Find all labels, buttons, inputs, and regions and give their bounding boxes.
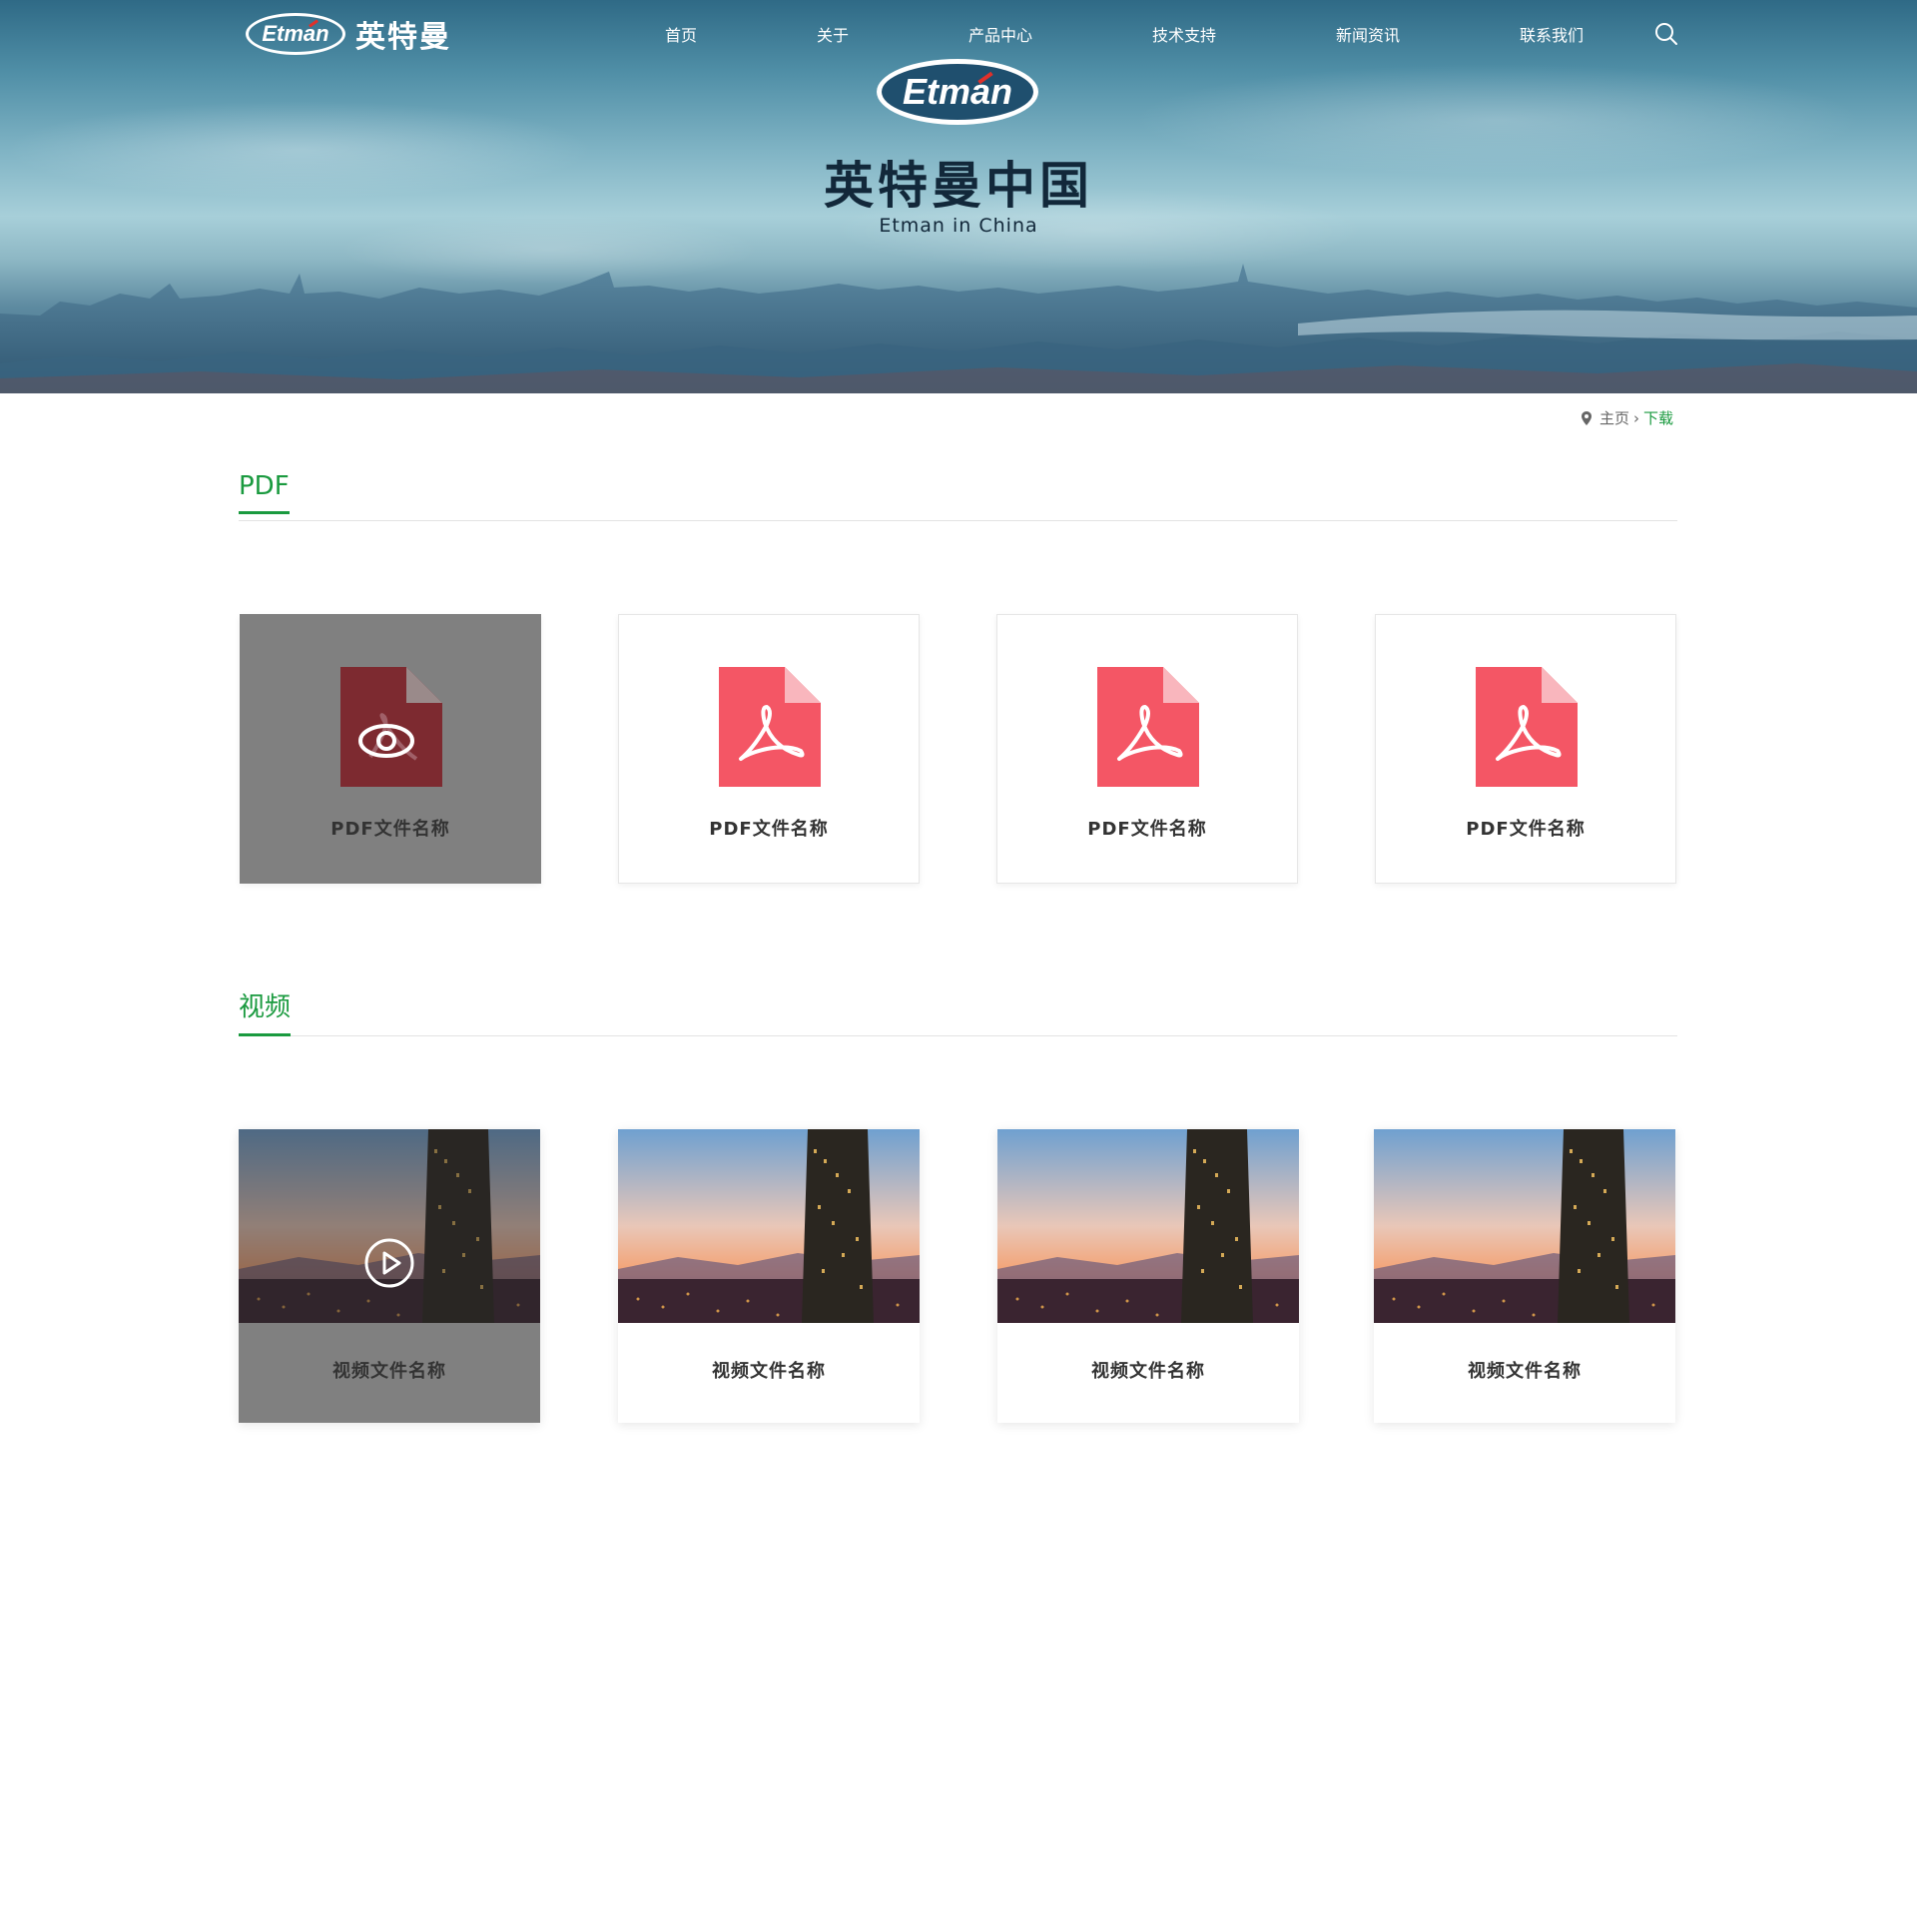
breadcrumb-home[interactable]: 主页 bbox=[1599, 407, 1629, 428]
site-logo[interactable]: Etman 英特曼 bbox=[246, 12, 451, 56]
pdf-file-icon bbox=[1097, 667, 1199, 787]
pdf-card[interactable]: PDF文件名称 bbox=[996, 614, 1298, 884]
video-section-header: 视频 bbox=[239, 986, 1677, 1036]
nav-contact[interactable]: 联系我们 bbox=[1520, 22, 1584, 46]
search-icon[interactable] bbox=[1653, 21, 1679, 47]
hover-overlay bbox=[239, 1129, 540, 1323]
video-file-name: 视频文件名称 bbox=[712, 1361, 826, 1382]
video-thumbnail bbox=[1374, 1129, 1675, 1323]
video-file-name: 视频文件名称 bbox=[1091, 1361, 1205, 1382]
video-section-title: 视频 bbox=[239, 986, 292, 1036]
pdf-section-header: PDF bbox=[239, 471, 1677, 521]
pdf-preview-icon bbox=[340, 667, 442, 787]
pdf-card[interactable]: PDF文件名称 bbox=[1375, 614, 1676, 884]
breadcrumb-separator: › bbox=[1633, 408, 1640, 427]
hero-logo-text: Etman bbox=[902, 71, 1013, 112]
video-card[interactable]: 视频文件名称 bbox=[1374, 1129, 1675, 1423]
nav-news[interactable]: 新闻资讯 bbox=[1336, 22, 1400, 46]
video-card[interactable]: 视频文件名称 bbox=[618, 1129, 920, 1423]
video-card[interactable]: 视频文件名称 bbox=[239, 1129, 540, 1423]
hero-subtitle: Etman in China bbox=[879, 215, 1038, 237]
pdf-file-icon bbox=[1476, 667, 1578, 787]
logo-text: Etman bbox=[262, 21, 329, 46]
nav-products[interactable]: 产品中心 bbox=[968, 22, 1032, 46]
video-file-name: 视频文件名称 bbox=[1468, 1361, 1582, 1382]
video-thumbnail bbox=[239, 1129, 540, 1323]
hero-logo: Etman bbox=[877, 59, 1038, 125]
breadcrumb: 主页 › 下载 bbox=[1582, 407, 1673, 428]
location-pin-icon bbox=[1582, 410, 1592, 425]
hero-banner: Etman 英特曼 首页 关于 产品中心 技术支持 新闻资讯 联系我们 Etma… bbox=[0, 0, 1917, 393]
play-icon[interactable] bbox=[363, 1237, 415, 1289]
breadcrumb-current: 下载 bbox=[1643, 409, 1674, 427]
pdf-section-title: PDF bbox=[239, 471, 290, 514]
pdf-file-name: PDF文件名称 bbox=[1087, 819, 1207, 840]
nav-support[interactable]: 技术支持 bbox=[1152, 22, 1216, 46]
pdf-file-name: PDF文件名称 bbox=[1466, 819, 1586, 840]
pdf-file-name: PDF文件名称 bbox=[709, 819, 829, 840]
city-skyline-image bbox=[0, 264, 1917, 393]
video-file-name: 视频文件名称 bbox=[332, 1361, 446, 1382]
nav-about[interactable]: 关于 bbox=[817, 22, 849, 46]
brand-name: 英特曼 bbox=[355, 20, 451, 55]
video-card[interactable]: 视频文件名称 bbox=[997, 1129, 1299, 1423]
video-thumbnail bbox=[997, 1129, 1299, 1323]
pdf-file-icon bbox=[719, 667, 821, 787]
nav-home[interactable]: 首页 bbox=[665, 22, 697, 46]
video-thumbnail bbox=[618, 1129, 920, 1323]
etman-logo-mark: Etman bbox=[246, 13, 345, 55]
pdf-file-name: PDF文件名称 bbox=[330, 819, 450, 840]
pdf-card[interactable]: PDF文件名称 bbox=[240, 614, 541, 884]
pdf-card[interactable]: PDF文件名称 bbox=[618, 614, 920, 884]
hero-title: 英特曼中国 bbox=[824, 157, 1093, 215]
